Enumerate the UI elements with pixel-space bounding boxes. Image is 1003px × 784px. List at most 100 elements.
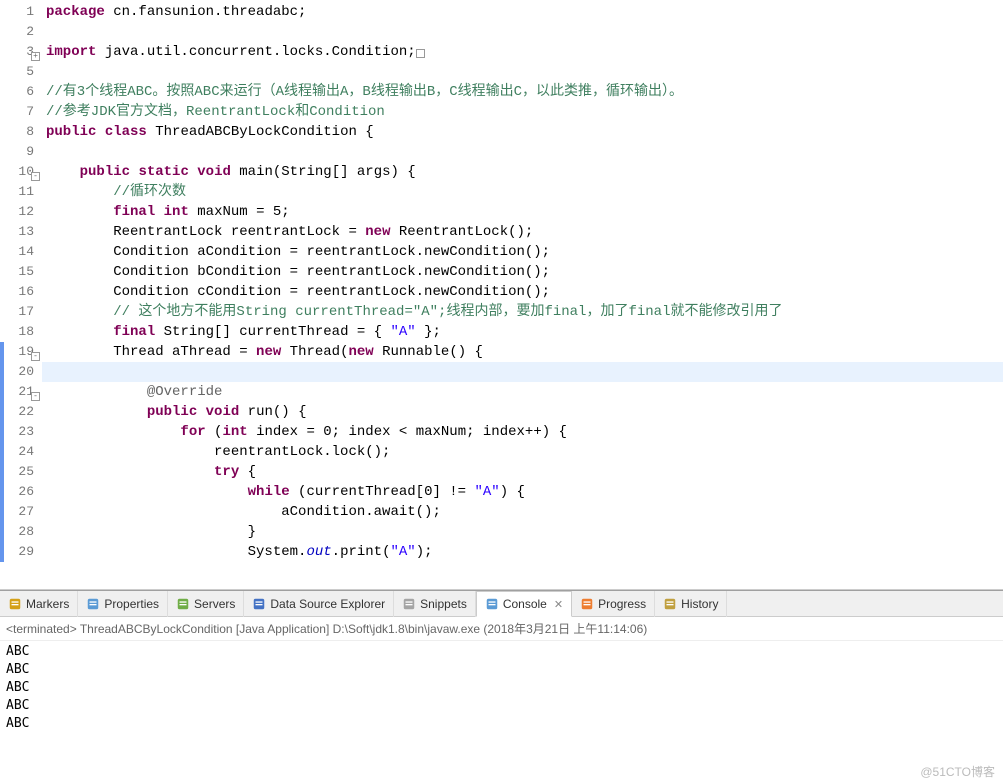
close-icon[interactable]: ✕ (554, 598, 563, 611)
line-number: 24 (0, 442, 42, 462)
code-line[interactable]: //循环次数 (42, 182, 1003, 202)
code-line[interactable]: // 这个地方不能用String currentThread="A";线程内部，… (42, 302, 1003, 322)
code-line[interactable]: final int maxNum = 5; (42, 202, 1003, 222)
tab-data-source[interactable]: Data Source Explorer (244, 591, 394, 617)
change-marker (0, 442, 4, 462)
change-marker (0, 462, 4, 482)
code-line[interactable] (42, 362, 1003, 382)
code-line[interactable]: Condition aCondition = reentrantLock.new… (42, 242, 1003, 262)
tab-snippets[interactable]: Snippets (394, 591, 476, 617)
bottom-panel: Markers Properties Servers Data Source Expl… (0, 590, 1003, 784)
line-number: 25 (0, 462, 42, 482)
code-line[interactable]: reentrantLock.lock(); (42, 442, 1003, 462)
code-line[interactable]: public class ThreadABCByLockCondition { (42, 122, 1003, 142)
tab-label: Console (503, 597, 547, 611)
line-number-gutter: 123+5678910-111213141516171819-2021-2223… (0, 0, 42, 589)
line-number: 5 (0, 62, 42, 82)
tab-label: Data Source Explorer (270, 597, 385, 611)
console-line: ABC (6, 661, 997, 679)
console-line: ABC (6, 715, 997, 733)
change-marker (0, 502, 4, 522)
code-line[interactable]: package cn.fansunion.threadabc; (42, 2, 1003, 22)
tab-label: Snippets (420, 597, 467, 611)
line-number: 14 (0, 242, 42, 262)
code-editor[interactable]: 123+5678910-111213141516171819-2021-2223… (0, 0, 1003, 590)
code-line[interactable]: while (currentThread[0] != "A") { (42, 482, 1003, 502)
history-icon (663, 597, 677, 611)
line-number: 21- (0, 382, 42, 402)
console-line: ABC (6, 697, 997, 715)
tab-label: Progress (598, 597, 646, 611)
line-number: 11 (0, 182, 42, 202)
change-marker (0, 362, 4, 382)
code-line[interactable]: for (int index = 0; index < maxNum; inde… (42, 422, 1003, 442)
code-content[interactable]: package cn.fansunion.threadabc; import ja… (42, 0, 1003, 589)
change-marker (0, 342, 4, 362)
code-line[interactable]: Thread aThread = new Thread(new Runnable… (42, 342, 1003, 362)
code-line[interactable]: try { (42, 462, 1003, 482)
datasource-icon (252, 597, 266, 611)
console-line: ABC (6, 679, 997, 697)
code-line[interactable]: //有3个线程ABC。按照ABC来运行（A线程输出A，B线程输出B，C线程输出C… (42, 82, 1003, 102)
console-line: ABC (6, 643, 997, 661)
tab-progress[interactable]: Progress (572, 591, 655, 617)
code-line[interactable]: } (42, 522, 1003, 542)
change-marker (0, 522, 4, 542)
code-line[interactable]: Condition bCondition = reentrantLock.new… (42, 262, 1003, 282)
tab-label: History (681, 597, 718, 611)
view-tabs: Markers Properties Servers Data Source Expl… (0, 591, 1003, 617)
expand-icon[interactable]: + (30, 46, 40, 56)
line-number: 16 (0, 282, 42, 302)
servers-icon (176, 597, 190, 611)
line-number: 17 (0, 302, 42, 322)
tab-servers[interactable]: Servers (168, 591, 244, 617)
line-number: 20 (0, 362, 42, 382)
code-line[interactable] (42, 142, 1003, 162)
change-marker (0, 402, 4, 422)
change-marker (0, 542, 4, 562)
code-line[interactable]: aCondition.await(); (42, 502, 1003, 522)
line-number: 27 (0, 502, 42, 522)
tab-label: Markers (26, 597, 69, 611)
collapse-icon[interactable]: - (30, 386, 40, 396)
tab-label: Servers (194, 597, 235, 611)
line-number: 22 (0, 402, 42, 422)
line-number: 13 (0, 222, 42, 242)
collapse-icon[interactable]: - (30, 166, 40, 176)
line-number: 10- (0, 162, 42, 182)
code-line[interactable]: ReentrantLock reentrantLock = new Reentr… (42, 222, 1003, 242)
progress-icon (580, 597, 594, 611)
collapse-icon[interactable]: - (30, 346, 40, 356)
tab-console[interactable]: Console ✕ (476, 591, 572, 617)
tab-history[interactable]: History (655, 591, 727, 617)
line-number: 7 (0, 102, 42, 122)
line-number: 3+ (0, 42, 42, 62)
code-line[interactable]: @Override (42, 382, 1003, 402)
code-line[interactable]: public void run() { (42, 402, 1003, 422)
markers-icon (8, 597, 22, 611)
console-icon (485, 597, 499, 611)
line-number: 18 (0, 322, 42, 342)
code-line[interactable]: Condition cCondition = reentrantLock.new… (42, 282, 1003, 302)
watermark-text: @51CTO博客 (920, 763, 995, 780)
console-output[interactable]: ABCABCABCABCABC (0, 641, 1003, 784)
line-number: 1 (0, 2, 42, 22)
line-number: 15 (0, 262, 42, 282)
tab-properties[interactable]: Properties (78, 591, 168, 617)
code-line[interactable]: System.out.print("A"); (42, 542, 1003, 562)
code-line[interactable]: final String[] currentThread = { "A" }; (42, 322, 1003, 342)
tab-markers[interactable]: Markers (0, 591, 78, 617)
code-line[interactable] (42, 62, 1003, 82)
code-line[interactable] (42, 22, 1003, 42)
change-marker (0, 482, 4, 502)
line-number: 12 (0, 202, 42, 222)
tab-label: Properties (104, 597, 159, 611)
snippets-icon (402, 597, 416, 611)
code-line[interactable]: import java.util.concurrent.locks.Condit… (42, 42, 1003, 62)
line-number: 29 (0, 542, 42, 562)
code-line[interactable]: public static void main(String[] args) { (42, 162, 1003, 182)
line-number: 2 (0, 22, 42, 42)
line-number: 19- (0, 342, 42, 362)
code-line[interactable]: //参考JDK官方文档，ReentrantLock和Condition (42, 102, 1003, 122)
change-marker (0, 382, 4, 402)
